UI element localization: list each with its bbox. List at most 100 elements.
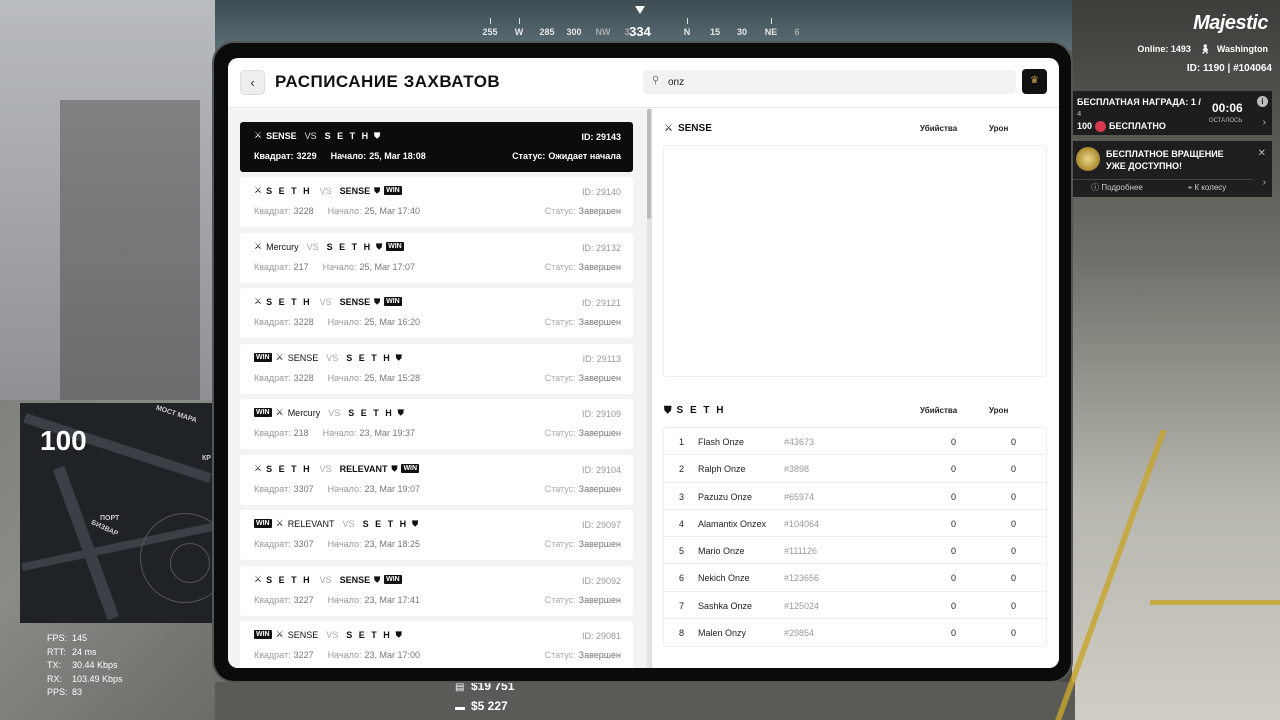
free-reward-panel[interactable]: БЕСПЛАТНАЯ НАГРАДА: 1 / 4 100 БЕСПЛАТНО 00… [1072, 91, 1272, 135]
status-value: Завершен [578, 206, 621, 216]
vs-label: VS [306, 241, 319, 252]
capture-card[interactable]: ⚔ S E T H VS RELEVANT ⛊ WIN ID: 29104 Квадрат… [240, 455, 633, 505]
player-row[interactable]: 8 Malen Onzy #29854 0 0 [664, 619, 1046, 646]
vs-label: VS [319, 296, 332, 307]
capture-card[interactable]: ⚔ S E T H VS SENSE ⛊ WIN ID: 29121 Квадрат: 32… [240, 288, 633, 338]
capture-status: Статус: Завершен [545, 539, 621, 549]
chevron-right-icon[interactable]: › [1263, 117, 1266, 128]
team2-name: S E T H [676, 405, 726, 416]
player-rank: 5 [679, 546, 685, 557]
capture-card[interactable]: WIN ⚔ RELEVANT VS S E T H ⛊ ID: 29097 Квадрат… [240, 510, 633, 560]
vs-label: VS [319, 463, 332, 474]
capture-status: Статус: Завершен [545, 595, 621, 605]
search-input[interactable] [668, 70, 1008, 94]
net-key: PPS: [47, 687, 68, 698]
id-label: ID: [581, 132, 594, 142]
capture-teams: WIN ⚔ Mercury VS S E T H ⛊ [254, 407, 404, 418]
team-b: RELEVANT [339, 463, 388, 474]
capture-card[interactable]: ⚔ Mercury VS S E T H ⛊ WIN ID: 29132 Квадрат:… [240, 233, 633, 283]
capture-card[interactable]: WIN ⚔ Mercury VS S E T H ⛊ ID: 29109 Квадрат:… [240, 399, 633, 449]
team-a: Mercury [287, 407, 321, 418]
compass-tick: 255 [482, 27, 498, 37]
player-rank: 2 [679, 464, 685, 475]
net-value: 83 [72, 687, 83, 698]
map-label: КР [202, 455, 211, 462]
close-icon[interactable]: ✕ [1258, 148, 1266, 159]
net-row: PPS: 83 [47, 686, 123, 700]
compass-heading: 334 [629, 24, 651, 39]
family-logo-button[interactable]: ♛ [1022, 69, 1047, 94]
map-label: БИЗВАР [89, 519, 120, 538]
capture-card[interactable]: WIN ⚔ SENSE VS S E T H ⛊ ID: 29113 Квадрат: 32… [240, 344, 633, 394]
minimap: 100 МОСТ МАРА ПОРТ БИЗВАР КР [20, 403, 215, 623]
player-damage: 0 [1011, 573, 1017, 584]
player-damage: 0 [1011, 437, 1017, 447]
player-row[interactable]: 2 Ralph Onze #3898 0 0 [664, 455, 1046, 483]
square-value: 3228 [293, 317, 314, 327]
player-damage: 0 [1011, 464, 1017, 475]
square-label: Квадрат: [254, 539, 291, 549]
shield-icon: ⛊ [374, 130, 381, 140]
capture-details-pane: ⚔ SENSE Убийства Урон ⛊ S E T H Убийства У… [652, 109, 1059, 668]
status-value: Завершен [578, 373, 621, 383]
capture-status: Статус: Завершен [545, 650, 621, 660]
player-row[interactable]: 5 Mario Onze #111126 0 0 [664, 537, 1046, 565]
capture-details: Квадрат: 3228 Начало: 25, Мar 17:40 [254, 206, 434, 216]
player-rank: 6 [679, 573, 685, 584]
capture-card[interactable]: ⚔ SENSE VS S E T H ⛊ ID: 29143 Квадрат: 3229 Н… [240, 122, 633, 172]
info-icon: ⓘ [1091, 183, 1102, 192]
tablet-screen: ‹ РАСПИСАНИЕ ЗАХВАТОВ ⚲ ♛ ⚔SENSEVSS E T … [228, 58, 1059, 668]
back-button[interactable]: ‹ [240, 70, 265, 95]
capture-card[interactable]: ⚔ S E T H VS SENSE ⛊ WIN ID: 29092 Квадрат: 32… [240, 566, 633, 616]
capture-status: Статус: Завершен [545, 428, 621, 438]
player-name: Mario Onze [698, 546, 745, 557]
player-row[interactable]: 4 Alamantix Onzex #104064 0 0 [664, 510, 1046, 538]
captures-list[interactable]: ⚔ SENSE VS S E T H ⛊ ID: 29143 Квадрат: 3229 Н… [228, 109, 648, 668]
team1-name: SENSE [677, 123, 712, 134]
player-id: ID: 1190 | #104064 [1186, 63, 1272, 74]
team1-players-empty [663, 145, 1047, 377]
net-row: FPS: 145 [47, 632, 123, 646]
capture-details: Квадрат: 3227 Начало: 23, Мar 17:00 [254, 650, 434, 660]
status-label: Статус: [544, 428, 576, 438]
capture-card[interactable]: WIN ⚔ SENSE VS S E T H ⛊ ID: 29081 Квадрат: 32… [240, 621, 633, 668]
player-damage: 0 [1011, 491, 1017, 502]
kills-header: Убийства [920, 406, 958, 415]
id-value: 29132 [595, 243, 621, 253]
square-value: 3307 [293, 484, 314, 494]
id-value: 29104 [595, 465, 621, 475]
team-b: S E T H [324, 130, 371, 141]
net-value: 24 ms [72, 646, 97, 657]
square-label: Квадрат: [254, 151, 294, 161]
more-link[interactable]: ⓘ Подробнее [1072, 179, 1162, 195]
card-icon: ▬ [455, 702, 465, 713]
team-a: SENSE [287, 629, 319, 640]
status-label: Статус: [544, 595, 576, 605]
info-icon[interactable]: i [1257, 96, 1268, 107]
capture-details: Квадрат: 3228 Начало: 25, Мar 15:28 [254, 373, 434, 383]
compass-tick: N [683, 27, 691, 37]
compass-tick: 300 [566, 27, 582, 37]
chevron-left-icon: ‹ [250, 75, 255, 90]
player-row[interactable]: 7 Sashka Onze #125024 0 0 [664, 592, 1046, 620]
player-name: Flash Onze [698, 437, 745, 447]
player-row[interactable]: 1 Flash Onze #43673 0 0 [664, 428, 1046, 456]
player-row[interactable]: 6 Nekich Onze #123656 0 0 [664, 564, 1046, 592]
capture-status: Статус: Завершен [545, 206, 621, 216]
status-label: Статус: [544, 484, 576, 494]
wheel-link[interactable]: ⌖ К колесу [1162, 179, 1252, 195]
chevron-right-icon[interactable]: › [1263, 177, 1266, 188]
player-kills: 0 [951, 600, 957, 611]
search-box[interactable]: ⚲ [643, 70, 1016, 94]
player-damage: 0 [1011, 546, 1017, 557]
team-b: SENSE [339, 574, 371, 585]
team-a: RELEVANT [287, 518, 335, 529]
compass-mark [687, 18, 688, 24]
capture-card[interactable]: ⚔ S E T H VS SENSE ⛊ WIN ID: 29140 Квадрат: 32… [240, 177, 633, 227]
player-row[interactable]: 3 Pazuzu Onze #65974 0 0 [664, 483, 1046, 510]
id-value: 29097 [595, 520, 621, 530]
reward-value: 100 БЕСПЛАТНО [1077, 121, 1166, 133]
team-b: SENSE [339, 185, 371, 196]
compass-tick: 30 [736, 27, 748, 37]
id-label: ID: [581, 243, 594, 253]
